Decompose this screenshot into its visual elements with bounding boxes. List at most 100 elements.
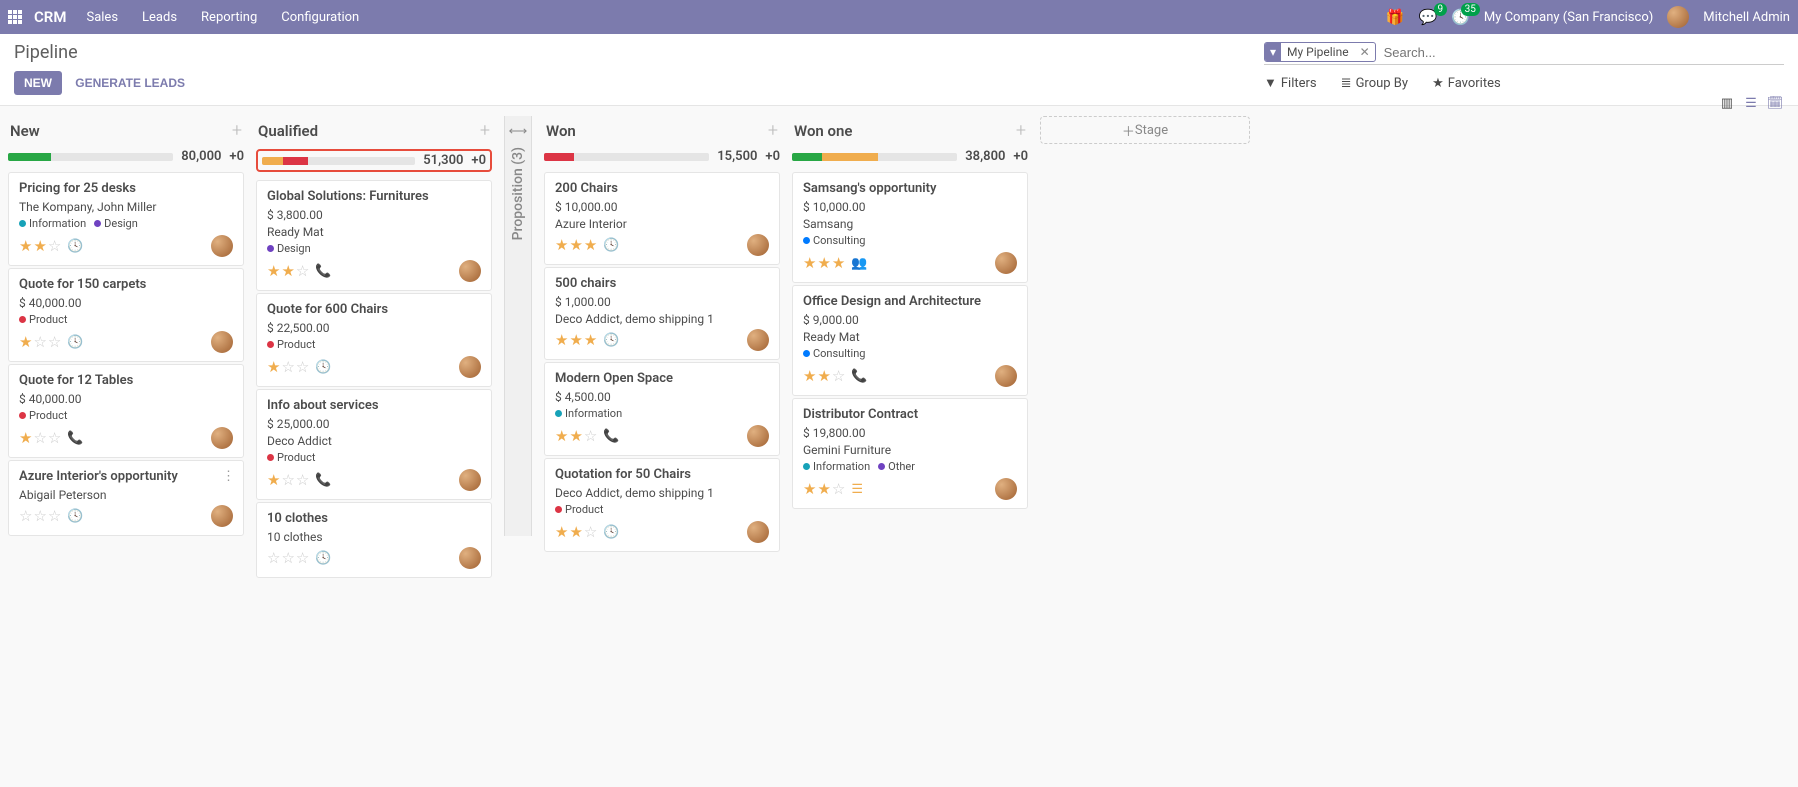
- star-icon[interactable]: ☆: [48, 333, 61, 351]
- star-icon[interactable]: ★: [555, 523, 568, 541]
- menu-sales[interactable]: Sales: [86, 10, 118, 25]
- star-icon[interactable]: ★: [267, 262, 280, 280]
- company-selector[interactable]: My Company (San Francisco): [1484, 10, 1653, 25]
- kanban-column-folded[interactable]: ⟷ Proposition (3): [504, 116, 532, 536]
- kanban-card[interactable]: Distributor Contract $ 19,800.00Gemini F…: [792, 398, 1028, 509]
- priority-stars[interactable]: ☆☆☆: [267, 549, 309, 567]
- user-avatar[interactable]: [1667, 6, 1689, 28]
- star-icon[interactable]: ★: [267, 471, 280, 489]
- card-avatar[interactable]: [211, 331, 233, 353]
- priority-stars[interactable]: ★☆☆: [267, 471, 309, 489]
- star-icon[interactable]: ☆: [267, 549, 280, 567]
- star-icon[interactable]: ★: [555, 236, 568, 254]
- priority-stars[interactable]: ★★★: [555, 331, 597, 349]
- star-icon[interactable]: ★: [817, 367, 830, 385]
- star-icon[interactable]: ★: [803, 480, 816, 498]
- star-icon[interactable]: ★: [569, 331, 582, 349]
- column-title[interactable]: Won: [546, 122, 768, 140]
- column-title[interactable]: Won one: [794, 122, 1016, 140]
- card-avatar[interactable]: [211, 235, 233, 257]
- kanban-card[interactable]: 500 chairs $ 1,000.00Deco Addict, demo s…: [544, 267, 780, 360]
- card-avatar[interactable]: [211, 505, 233, 527]
- card-avatar[interactable]: [459, 469, 481, 491]
- kanban-card[interactable]: Info about services $ 25,000.00Deco Addi…: [256, 389, 492, 500]
- star-icon[interactable]: ★: [803, 367, 816, 385]
- column-title[interactable]: New: [10, 122, 232, 140]
- card-avatar[interactable]: [747, 425, 769, 447]
- generate-leads-button[interactable]: GENERATE LEADS: [65, 71, 195, 95]
- star-icon[interactable]: ★: [803, 254, 816, 272]
- priority-stars[interactable]: ★★☆: [267, 262, 309, 280]
- card-avatar[interactable]: [459, 547, 481, 569]
- search-input[interactable]: [1384, 45, 1784, 60]
- star-icon[interactable]: ★: [555, 427, 568, 445]
- priority-stars[interactable]: ★★☆: [803, 367, 845, 385]
- search-bar[interactable]: ▾ My Pipeline ✕: [1264, 42, 1784, 65]
- star-icon[interactable]: ★: [817, 480, 830, 498]
- user-name[interactable]: Mitchell Admin: [1703, 10, 1790, 25]
- groupby-button[interactable]: ≣Group By: [1341, 75, 1408, 91]
- kanban-card[interactable]: Global Solutions: Furnitures $ 3,800.00R…: [256, 180, 492, 291]
- card-more-icon[interactable]: ⋮: [222, 469, 235, 484]
- priority-stars[interactable]: ★★☆: [19, 237, 61, 255]
- kanban-card[interactable]: 10 clothes 10 clothes ☆☆☆ 🕓: [256, 502, 492, 578]
- filters-button[interactable]: ▼Filters: [1264, 75, 1317, 91]
- kanban-card[interactable]: Samsang's opportunity $ 10,000.00Samsang…: [792, 172, 1028, 283]
- star-icon[interactable]: ☆: [281, 549, 294, 567]
- star-icon[interactable]: ☆: [296, 358, 309, 376]
- kanban-card[interactable]: Quotation for 50 Chairs Deco Addict, dem…: [544, 458, 780, 552]
- kanban-card[interactable]: Quote for 600 Chairs $ 22,500.00 Product…: [256, 293, 492, 387]
- column-add-icon[interactable]: +: [768, 120, 778, 141]
- priority-stars[interactable]: ★★☆: [803, 480, 845, 498]
- card-avatar[interactable]: [747, 234, 769, 256]
- priority-stars[interactable]: ★☆☆: [19, 429, 61, 447]
- search-facet[interactable]: ▾ My Pipeline ✕: [1264, 42, 1376, 62]
- new-button[interactable]: NEW: [14, 71, 62, 95]
- star-icon[interactable]: ☆: [296, 262, 309, 280]
- star-icon[interactable]: ☆: [584, 427, 597, 445]
- menu-leads[interactable]: Leads: [142, 10, 177, 25]
- column-add-icon[interactable]: +: [232, 120, 242, 141]
- star-icon[interactable]: ★: [817, 254, 830, 272]
- star-icon[interactable]: ★: [832, 254, 845, 272]
- messaging-icon[interactable]: 💬9: [1418, 8, 1437, 26]
- card-avatar[interactable]: [747, 329, 769, 351]
- expand-icon[interactable]: ⟷: [509, 124, 528, 139]
- card-avatar[interactable]: [747, 521, 769, 543]
- star-icon[interactable]: ★: [19, 429, 32, 447]
- card-avatar[interactable]: [995, 478, 1017, 500]
- kanban-card[interactable]: Office Design and Architecture $ 9,000.0…: [792, 285, 1028, 396]
- star-icon[interactable]: ★: [19, 333, 32, 351]
- kanban-card[interactable]: Modern Open Space $ 4,500.00 Information…: [544, 362, 780, 456]
- gift-icon[interactable]: 🎁: [1386, 8, 1405, 26]
- star-icon[interactable]: ☆: [296, 471, 309, 489]
- apps-icon[interactable]: [8, 10, 22, 24]
- add-stage-button[interactable]: ＋ Stage: [1040, 116, 1250, 144]
- priority-stars[interactable]: ☆☆☆: [19, 507, 61, 525]
- app-brand[interactable]: CRM: [34, 8, 66, 26]
- kanban-card[interactable]: Quote for 12 Tables $ 40,000.00 Product …: [8, 364, 244, 458]
- star-icon[interactable]: ☆: [33, 333, 46, 351]
- star-icon[interactable]: ☆: [33, 507, 46, 525]
- kanban-view-icon[interactable]: ▥: [1718, 94, 1736, 112]
- card-avatar[interactable]: [995, 365, 1017, 387]
- star-icon[interactable]: ☆: [19, 507, 32, 525]
- star-icon[interactable]: ☆: [48, 237, 61, 255]
- star-icon[interactable]: ★: [584, 331, 597, 349]
- kanban-card[interactable]: Quote for 150 carpets $ 40,000.00 Produc…: [8, 268, 244, 362]
- star-icon[interactable]: ☆: [296, 549, 309, 567]
- favorites-button[interactable]: ★Favorites: [1432, 75, 1501, 91]
- menu-reporting[interactable]: Reporting: [201, 10, 257, 25]
- star-icon[interactable]: ☆: [48, 507, 61, 525]
- menu-configuration[interactable]: Configuration: [281, 10, 359, 25]
- column-add-icon[interactable]: +: [480, 120, 490, 141]
- priority-stars[interactable]: ★★★: [803, 254, 845, 272]
- list-view-icon[interactable]: ☰: [1742, 94, 1760, 112]
- star-icon[interactable]: ★: [281, 262, 294, 280]
- activity-icon[interactable]: 🕓35: [1451, 8, 1470, 26]
- star-icon[interactable]: ★: [267, 358, 280, 376]
- column-add-icon[interactable]: +: [1016, 120, 1026, 141]
- star-icon[interactable]: ★: [584, 236, 597, 254]
- star-icon[interactable]: ☆: [33, 429, 46, 447]
- column-title[interactable]: Qualified: [258, 122, 480, 140]
